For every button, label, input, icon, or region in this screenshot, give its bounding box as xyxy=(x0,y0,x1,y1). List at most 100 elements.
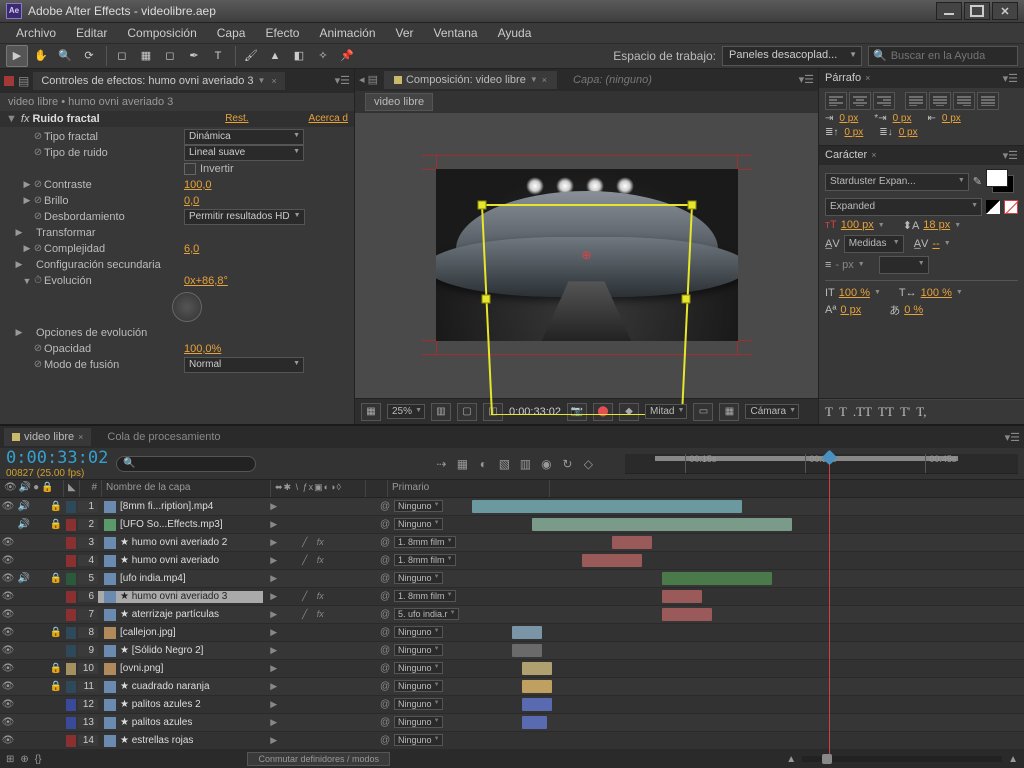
layer-row[interactable]: 👁3★ humo ovni averiado 2▶╱fx@1. 8mm film xyxy=(0,534,1024,552)
baseline-value[interactable]: 0 px xyxy=(840,304,861,316)
layer-duration-bar[interactable] xyxy=(522,662,552,675)
layer-name[interactable]: [UFO So...Effects.mp3] xyxy=(98,519,263,531)
type-style-3[interactable]: TT xyxy=(878,404,894,420)
visibility-toggle[interactable]: 👁 xyxy=(0,663,16,674)
layer-name[interactable]: ★ humo ovni averiado 3 xyxy=(98,591,263,603)
layer-name[interactable]: ★ palitos azules 2 xyxy=(98,699,263,711)
label-color[interactable] xyxy=(66,645,76,657)
layer-row[interactable]: 👁9★ [Sólido Negro 2]▶@Ninguno xyxy=(0,642,1024,660)
label-color[interactable] xyxy=(66,735,76,747)
stroke-style-dropdown[interactable] xyxy=(879,256,929,274)
visibility-toggle[interactable]: 👁 xyxy=(0,735,16,746)
space-before-value[interactable]: 0 px xyxy=(844,127,863,138)
font-style-dropdown[interactable]: Expanded xyxy=(825,198,982,216)
parent-dropdown[interactable]: 1. 8mm film xyxy=(394,554,456,566)
no-color-icon[interactable] xyxy=(1004,200,1018,214)
layer-switches[interactable]: ▶ xyxy=(263,573,358,584)
property-row[interactable]: ▶⊘Contraste100,0 xyxy=(0,177,354,193)
minimize-button[interactable] xyxy=(936,2,962,20)
comp-subtab[interactable]: video libre xyxy=(365,93,433,111)
pickwhip-icon[interactable]: @ xyxy=(380,735,394,746)
type-style-5[interactable]: T, xyxy=(916,404,926,420)
label-color[interactable] xyxy=(66,591,76,603)
pickwhip-icon[interactable]: @ xyxy=(380,627,394,638)
label-color[interactable] xyxy=(66,501,76,513)
label-color[interactable] xyxy=(66,717,76,729)
mask-path[interactable] xyxy=(422,155,752,415)
menu-editar[interactable]: Editar xyxy=(66,23,117,43)
live-update-toggle[interactable]: ↻ xyxy=(558,455,576,473)
menu-archivo[interactable]: Archivo xyxy=(6,23,66,43)
effects-tab[interactable]: Controles de efectos: humo ovni averiado… xyxy=(33,72,284,90)
visibility-toggle[interactable]: 👁 xyxy=(0,681,16,692)
hand-tool[interactable]: ✋ xyxy=(30,45,52,67)
layer-row[interactable]: 👁14★ estrellas rojas▶@Ninguno xyxy=(0,732,1024,750)
timeline-tab[interactable]: video libre× xyxy=(4,428,91,446)
label-color[interactable] xyxy=(66,681,76,693)
shy-toggle[interactable]: ⇢ xyxy=(432,455,450,473)
layer-duration-bar[interactable] xyxy=(662,572,772,585)
pickwhip-icon[interactable]: @ xyxy=(380,555,394,566)
pickwhip-icon[interactable]: @ xyxy=(380,519,394,530)
type-style-0[interactable]: T xyxy=(825,404,833,420)
pickwhip-icon[interactable]: @ xyxy=(380,699,394,710)
parent-dropdown[interactable]: Ninguno xyxy=(394,500,443,512)
layer-switches[interactable]: ▶ xyxy=(263,501,358,512)
label-color[interactable] xyxy=(66,609,76,621)
font-size-value[interactable]: 100 px xyxy=(841,219,874,231)
property-row[interactable]: ▶⊘Complejidad6,0 xyxy=(0,241,354,257)
layer-duration-bar[interactable] xyxy=(522,698,552,711)
layer-row[interactable]: 👁🔒11★ cuadrado naranja▶@Ninguno xyxy=(0,678,1024,696)
property-row[interactable]: ⊘Modo de fusiónNormal xyxy=(0,357,354,373)
panel-menu-icon[interactable]: ▾☰ xyxy=(1005,431,1020,444)
menu-composición[interactable]: Composición xyxy=(117,23,206,43)
brainstorm-button[interactable]: ▥ xyxy=(516,455,534,473)
layer-row[interactable]: 👁7★ aterrizaje partículas▶╱fx@5. ufo ind… xyxy=(0,606,1024,624)
layer-switches[interactable]: ▶ xyxy=(263,681,358,692)
indent-left-value[interactable]: 0 px xyxy=(839,113,858,124)
layer-switches[interactable]: ▶ xyxy=(263,699,358,710)
panel-menu-icon[interactable]: ▾☰ xyxy=(1003,72,1018,85)
render-queue-tab[interactable]: Cola de procesamiento xyxy=(99,428,228,446)
leading-value[interactable]: 18 px xyxy=(923,219,950,231)
layer-duration-bar[interactable] xyxy=(582,554,642,567)
layer-name[interactable]: ★ humo ovni averiado 2 xyxy=(98,537,263,549)
label-color[interactable] xyxy=(66,573,76,585)
layer-name[interactable]: ★ [Sólido Negro 2] xyxy=(98,645,263,657)
menu-ayuda[interactable]: Ayuda xyxy=(488,23,542,43)
search-input[interactable] xyxy=(891,50,1013,62)
pickwhip-icon[interactable]: @ xyxy=(380,645,394,656)
lock-toggle[interactable]: 🔒 xyxy=(48,681,64,692)
workspace-dropdown[interactable]: Paneles desacoplad... xyxy=(722,46,862,66)
layer-duration-bar[interactable] xyxy=(662,590,702,603)
current-timecode[interactable]: 0:00:33:02 xyxy=(6,448,108,468)
layer-row[interactable]: 👁4★ humo ovni averiado▶╱fx@1. 8mm film xyxy=(0,552,1024,570)
zoom-tool[interactable]: 🔍 xyxy=(54,45,76,67)
swap-colors-icon[interactable] xyxy=(986,200,1000,214)
stroke-width-value[interactable]: - px xyxy=(835,259,853,271)
property-row[interactable]: ▶⊘Brillo0,0 xyxy=(0,193,354,209)
property-row[interactable]: ⊘Tipo de ruidoLineal suave xyxy=(0,145,354,161)
auto-keyframe-toggle[interactable]: ◇ xyxy=(579,455,597,473)
comp-tab[interactable]: Composición: video libre▼× xyxy=(384,71,557,89)
parent-dropdown[interactable]: Ninguno xyxy=(394,626,443,638)
shy-column-icon[interactable]: ◣ xyxy=(64,480,80,497)
parent-dropdown[interactable]: Ninguno xyxy=(394,518,443,530)
property-row[interactable]: ▼⏱Evolución0x+86,8° xyxy=(0,273,354,289)
evolution-dial[interactable] xyxy=(172,292,202,322)
layer-duration-bar[interactable] xyxy=(662,608,712,621)
selection-tool[interactable]: ▶ xyxy=(6,45,28,67)
label-color[interactable] xyxy=(66,663,76,675)
tsume-value[interactable]: 0 % xyxy=(904,304,923,316)
visibility-toggle[interactable]: 👁 xyxy=(0,645,16,656)
zoom-slider-out[interactable]: ▲ xyxy=(786,754,796,765)
resolution-dropdown[interactable]: Mitad xyxy=(645,404,687,419)
pen-tool[interactable]: ✒ xyxy=(183,45,205,67)
menu-ver[interactable]: Ver xyxy=(386,23,424,43)
alpha-button[interactable]: ▦ xyxy=(361,403,381,421)
lock-toggle[interactable]: 🔒 xyxy=(48,519,64,530)
layer-name[interactable]: ★ cuadrado naranja xyxy=(98,681,263,693)
layer-name[interactable]: [ovni.png] xyxy=(98,663,263,675)
align-left-button[interactable] xyxy=(825,92,847,110)
layer-duration-bar[interactable] xyxy=(522,716,547,729)
